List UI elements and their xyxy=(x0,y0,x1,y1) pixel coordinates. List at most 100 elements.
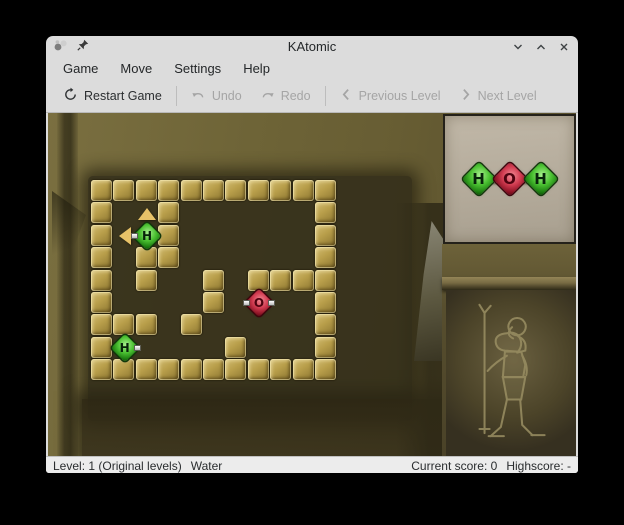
wall-tile xyxy=(315,337,336,358)
atom-o: O xyxy=(497,166,523,192)
wall-tile xyxy=(203,270,224,291)
previous-level-label: Previous Level xyxy=(359,89,441,103)
toolbar-separator xyxy=(176,86,177,106)
atom-h: H xyxy=(466,166,492,192)
status-level: Level: 1 (Original levels) xyxy=(53,459,182,473)
restart-icon xyxy=(63,87,78,105)
wall-tile xyxy=(91,359,112,380)
close-icon[interactable] xyxy=(558,41,570,53)
wall-tile xyxy=(203,359,224,380)
restart-game-button[interactable]: Restart Game xyxy=(54,83,171,109)
status-level-name: Water xyxy=(191,459,223,473)
wall-tile xyxy=(315,202,336,223)
next-level-label: Next Level xyxy=(478,89,537,103)
wall-tile xyxy=(181,314,202,335)
wall-tile xyxy=(113,314,134,335)
chevron-left-icon xyxy=(340,88,353,104)
wall-tile xyxy=(270,270,291,291)
minimize-icon[interactable] xyxy=(512,41,524,53)
undo-label: Undo xyxy=(212,89,242,103)
desktop: { "window": { "title": "KAtomic" }, "men… xyxy=(0,0,624,525)
wall-tile xyxy=(270,180,291,201)
wall-tile xyxy=(136,270,157,291)
statusbar: Level: 1 (Original levels) Water Current… xyxy=(46,456,578,473)
molecule-preview: HOH xyxy=(466,166,554,192)
atom-symbol: O xyxy=(248,292,270,314)
wall-tile xyxy=(91,247,112,268)
move-left-arrow[interactable] xyxy=(119,227,131,245)
wall-tile xyxy=(248,359,269,380)
wall-tile xyxy=(315,225,336,246)
wall-tile xyxy=(91,292,112,313)
wall-tile xyxy=(181,359,202,380)
toolbar: Restart Game Undo Redo xyxy=(46,80,578,113)
wall-tile xyxy=(315,247,336,268)
atom-symbol: H xyxy=(136,225,158,247)
molecule-preview-panel: HOH xyxy=(443,114,576,244)
next-level-button: Next Level xyxy=(450,83,546,109)
redo-button: Redo xyxy=(251,83,320,109)
stone-relief-panel xyxy=(446,290,576,456)
egyptian-figure-illustration xyxy=(454,296,566,450)
menu-game[interactable]: Game xyxy=(52,59,109,78)
wall-tile xyxy=(91,337,112,358)
atom-symbol: H xyxy=(466,166,492,192)
wall-tile xyxy=(248,270,269,291)
window-title: KAtomic xyxy=(46,39,578,54)
atom-h-selected[interactable]: H xyxy=(136,225,158,247)
stone-column xyxy=(442,244,576,456)
menu-settings[interactable]: Settings xyxy=(163,59,232,78)
wall-tile xyxy=(225,180,246,201)
wall-tile xyxy=(136,359,157,380)
wall-tile xyxy=(136,314,157,335)
wall-tile xyxy=(158,247,179,268)
atom-h: H xyxy=(528,166,554,192)
wall-tile xyxy=(203,292,224,313)
wall-tile xyxy=(136,247,157,268)
atom-symbol: O xyxy=(497,166,523,192)
atom-symbol: H xyxy=(528,166,554,192)
menubar: Game Move Settings Help xyxy=(46,57,578,80)
wall-tile xyxy=(203,180,224,201)
wall-tile xyxy=(225,359,246,380)
restart-game-label: Restart Game xyxy=(84,89,162,103)
game-view: HOH HOH xyxy=(48,113,576,456)
previous-level-button: Previous Level xyxy=(331,83,450,109)
menu-help[interactable]: Help xyxy=(232,59,281,78)
stone-ledge xyxy=(442,277,576,290)
wall-tile xyxy=(113,359,134,380)
wall-tile xyxy=(315,314,336,335)
wall-tile xyxy=(158,359,179,380)
wall-tile xyxy=(293,180,314,201)
wall-tile xyxy=(181,180,202,201)
maximize-icon[interactable] xyxy=(535,41,547,53)
status-highscore: Highscore: - xyxy=(506,459,571,473)
wall-tile xyxy=(158,180,179,201)
wall-tile xyxy=(225,337,246,358)
wall-tile xyxy=(91,202,112,223)
undo-icon xyxy=(191,87,206,105)
toolbar-separator xyxy=(325,86,326,106)
redo-label: Redo xyxy=(281,89,311,103)
status-current-score: Current score: 0 xyxy=(411,459,497,473)
wall-tile xyxy=(293,359,314,380)
katomic-window: KAtomic xyxy=(46,36,578,473)
wall-tile xyxy=(113,180,134,201)
wall-tile xyxy=(315,180,336,201)
menu-move[interactable]: Move xyxy=(109,59,163,78)
wall-tile xyxy=(91,270,112,291)
wall-tile xyxy=(91,180,112,201)
undo-button: Undo xyxy=(182,83,251,109)
atom-o[interactable]: O xyxy=(248,292,270,314)
wall-tile xyxy=(91,225,112,246)
move-up-arrow[interactable] xyxy=(138,208,156,220)
atom-symbol: H xyxy=(114,337,136,359)
titlebar[interactable]: KAtomic xyxy=(46,36,578,57)
wall-tile xyxy=(158,202,179,223)
wall-tile xyxy=(248,180,269,201)
wall-tile xyxy=(158,225,179,246)
wall-tile xyxy=(270,359,291,380)
atom-h[interactable]: H xyxy=(114,337,136,359)
wall-tile xyxy=(91,314,112,335)
wall-tile xyxy=(293,270,314,291)
